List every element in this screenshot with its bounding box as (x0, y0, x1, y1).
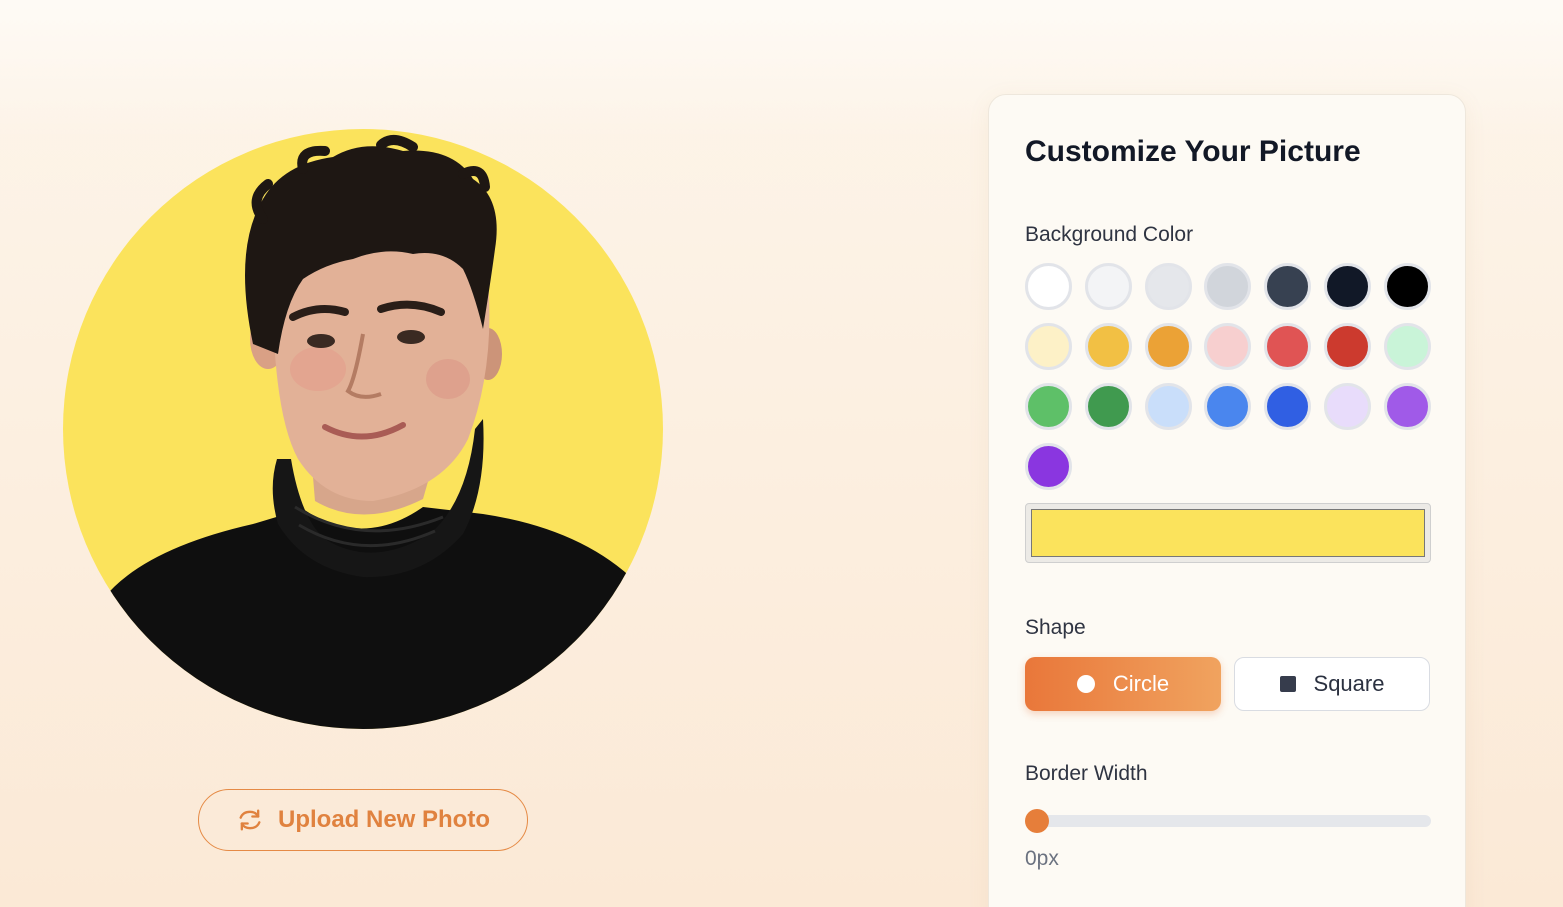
profile-photo (63, 129, 663, 729)
border-width-label: Border Width (1025, 762, 1148, 785)
color-swatch[interactable] (1025, 383, 1072, 430)
shape-circle-label: Circle (1112, 671, 1170, 696)
color-swatch[interactable] (1144, 323, 1192, 370)
color-swatch[interactable] (1383, 383, 1431, 430)
shape-label: Shape (1025, 616, 1086, 639)
avatar-preview (63, 129, 663, 729)
color-picker-value (1031, 509, 1425, 557)
color-swatch-grid (1025, 263, 1433, 490)
color-swatch[interactable] (1264, 323, 1312, 370)
color-swatch[interactable] (1323, 323, 1371, 370)
color-swatch[interactable] (1264, 383, 1312, 430)
color-swatch[interactable] (1025, 323, 1072, 370)
color-swatch[interactable] (1084, 383, 1132, 430)
upload-new-photo-button[interactable]: Upload New Photo (198, 789, 528, 851)
panel-title: Customize Your Picture (1025, 135, 1361, 168)
upload-button-label: Upload New Photo (278, 806, 490, 833)
color-swatch[interactable] (1323, 383, 1371, 430)
color-swatch[interactable] (1084, 323, 1132, 370)
background-color-label: Background Color (1025, 223, 1194, 246)
color-swatch[interactable] (1025, 443, 1072, 490)
shape-square-label: Square (1313, 671, 1385, 696)
color-swatch[interactable] (1025, 263, 1072, 310)
color-swatch[interactable] (1204, 263, 1252, 310)
border-width-slider-track[interactable] (1025, 815, 1431, 827)
border-width-slider-thumb[interactable] (1025, 809, 1049, 833)
color-swatch[interactable] (1264, 263, 1312, 310)
customize-panel: Customize Your Picture Background Color … (988, 94, 1466, 907)
circle-icon (1076, 675, 1095, 693)
square-icon (1279, 676, 1296, 692)
color-swatch[interactable] (1204, 323, 1252, 370)
shape-circle-button[interactable]: Circle (1025, 657, 1221, 711)
color-swatch[interactable] (1204, 383, 1252, 430)
color-swatch[interactable] (1383, 263, 1431, 310)
refresh-icon (239, 809, 261, 831)
color-swatch[interactable] (1383, 323, 1431, 370)
color-swatch[interactable] (1144, 383, 1192, 430)
shape-square-button[interactable]: Square (1234, 657, 1430, 711)
color-picker-input[interactable] (1025, 503, 1431, 563)
border-width-value: 0px (1025, 847, 1059, 870)
color-swatch[interactable] (1323, 263, 1371, 310)
color-swatch[interactable] (1084, 263, 1132, 310)
color-swatch[interactable] (1144, 263, 1192, 310)
